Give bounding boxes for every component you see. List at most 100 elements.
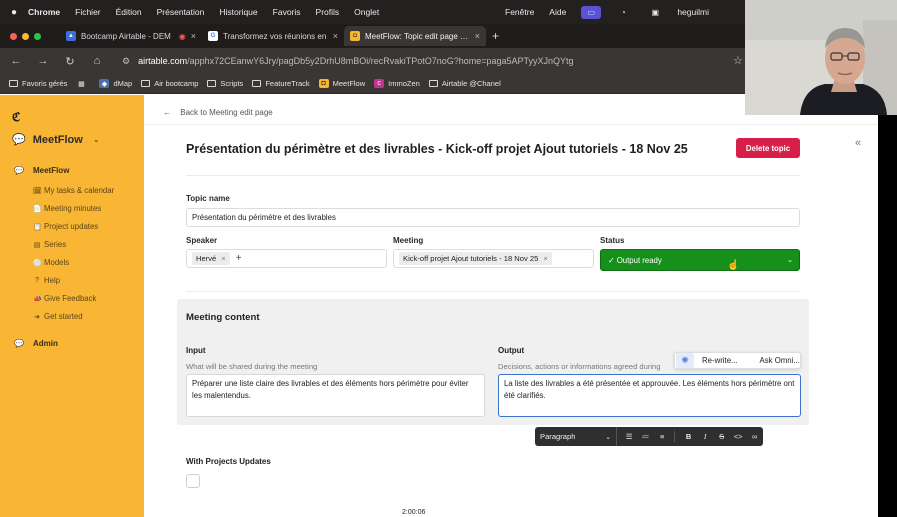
chat-bubbles-icon: 💬 [14,166,24,175]
minimize-window-icon[interactable] [22,32,29,40]
menu-fichier[interactable]: Fichier [75,7,101,17]
output-textarea[interactable]: La liste des livrables a été présentée e… [498,374,801,417]
topic-name-value: Présentation du périmètre et des livrabl… [192,213,336,222]
tab-close-icon[interactable]: × [475,31,480,41]
ask-omni-button[interactable]: Ask Omni... [760,356,800,365]
sidebar-item-get-started[interactable]: ➜ Get started [33,312,83,321]
bookmark-air-bootcamp[interactable]: Air bootcamp [141,79,198,88]
speaker-field[interactable]: Hervé × + [186,249,387,268]
sidebar-section-admin[interactable]: 💬 Admin [14,339,58,348]
collapse-panel-icon[interactable]: « [855,137,861,149]
feedback-icon: 📣 [33,295,42,303]
sidebar-item-label: My tasks & calendar [44,186,115,195]
sidebar-item-project-updates[interactable]: 📋 Project updates [33,222,98,231]
remove-chip-icon[interactable]: × [543,254,547,263]
model-icon: ⚪ [33,259,42,267]
code-icon[interactable]: <> [730,432,747,441]
meeting-chip[interactable]: Kick-off projet Ajout tutoriels - 18 Nov… [399,252,552,265]
status-select[interactable]: ✓ Output ready ⌄ [600,249,800,271]
app-switcher[interactable]: 💬 MeetFlow ⌄ [12,133,100,147]
speaker-chip[interactable]: Hervé × [192,252,230,265]
link-icon[interactable]: ∞ [746,432,763,441]
forward-arrow-icon[interactable]: → [36,55,50,67]
bookmark-immozen[interactable]: c ImmoZen [374,79,420,88]
meeting-field[interactable]: Kick-off projet Ajout tutoriels - 18 Nov… [393,249,594,268]
sidebar-item-series[interactable]: ▤ Series [33,240,66,249]
numbered-list-icon[interactable]: ☰ [621,432,638,441]
bullet-list-icon[interactable]: ≔ [637,432,654,441]
bookmark-favoris-geres[interactable]: Favoris gérés [9,79,67,88]
clock-icon[interactable]: ◔ [613,6,633,19]
folder-icon [141,80,151,87]
bookmark-airtable-chanel[interactable]: Airtable @Chanel [428,79,501,88]
folder-icon [252,80,262,87]
recording-icon: ◉ [178,31,186,41]
sidebar-section-meetflow[interactable]: 💬 MeetFlow [14,166,69,175]
sidebar-item-label: Help [44,276,61,285]
divider [186,175,800,176]
close-window-icon[interactable] [10,32,17,40]
bookmark-meetflow[interactable]: ◘ MeetFlow [318,79,365,88]
sidebar-item-label: Get started [44,312,83,321]
screen-share-icon[interactable]: ▭ [581,5,602,19]
projects-updates-checkbox[interactable] [186,474,200,488]
back-link[interactable]: ← Back to Meeting edit page [163,108,273,117]
bookmark-star-icon[interactable]: ☆ [733,54,743,67]
sidebar-item-help[interactable]: ? Help [33,276,60,285]
italic-icon[interactable]: I [697,432,714,441]
sidebar-item-meeting-minutes[interactable]: 📄 Meeting minutes [33,204,101,213]
clipboard-icon: 📋 [33,223,42,231]
meeting-content-title: Meeting content [186,312,260,323]
help-icon: ? [35,277,39,284]
checklist-icon[interactable]: ≡ [654,432,671,441]
menu-edition[interactable]: Édition [116,7,142,17]
remove-chip-icon[interactable]: × [221,254,225,263]
tab-transformez[interactable]: G Transformez vos réunions en × [202,26,344,46]
menu-historique[interactable]: Historique [219,7,257,17]
tab-bootcamp[interactable]: ▲ Bootcamp Airtable - DEM ◉ × [60,26,202,46]
tab-meetflow[interactable]: ◘ MeetFlow: Topic edit page - A × [344,26,486,46]
input-textarea[interactable]: Préparer une liste claire des livrables … [186,374,485,417]
bookmark-dmap[interactable]: ◆ dMap [99,79,132,88]
paragraph-style-select[interactable]: Paragraph ⌄ [535,427,617,446]
new-tab-icon[interactable]: + [492,29,499,43]
rewrite-button[interactable]: Re-write... [702,356,738,365]
sidebar-item-give-feedback[interactable]: 📣 Give Feedback [33,294,96,303]
back-arrow-icon[interactable]: ← [9,55,23,67]
sidebar-item-models[interactable]: ⚪ Models [33,258,69,267]
menu-user[interactable]: heguilmi [677,7,709,17]
tab-close-icon[interactable]: × [191,31,196,41]
sparkle-icon[interactable]: ✺ [676,353,694,368]
menu-favoris[interactable]: Favoris [273,7,301,17]
apple-icon[interactable]: ● [0,7,28,18]
arrow-icon: ➜ [34,313,40,321]
reload-icon[interactable]: ↻ [63,55,77,68]
sidebar-item-my-tasks[interactable]: 🗓 My tasks & calendar [33,186,114,195]
menu-onglet[interactable]: Onglet [354,7,379,17]
topic-name-input[interactable]: Présentation du périmètre et des livrabl… [186,208,800,227]
bookmark-scripts[interactable]: Scripts [207,79,243,88]
input-label: Input [186,346,206,355]
delete-topic-button[interactable]: Delete topic [736,138,800,158]
tab-title: MeetFlow: Topic edit page - A [365,31,470,41]
menu-presentation[interactable]: Présentation [157,7,205,17]
display-icon[interactable]: ▣ [645,6,665,19]
menu-profils[interactable]: Profils [316,7,340,17]
bookmark-featuretrack[interactable]: FeatureTrack [252,79,310,88]
zoom-window-icon[interactable] [34,32,41,40]
bold-icon[interactable]: B [680,432,697,441]
tab-title: Bootcamp Airtable - DEM [81,31,171,41]
strikethrough-icon[interactable]: S [713,432,730,441]
sidebar-section-label: Admin [32,339,58,348]
menu-aide[interactable]: Aide [549,7,566,17]
add-speaker-icon[interactable]: + [236,253,242,264]
url-bar[interactable]: ⚙ airtable.com /apphx72CEanwY6Jry/pagDb5… [116,52,736,70]
tab-close-icon[interactable]: × [333,31,338,41]
meetflow-favicon-icon: ◘ [350,31,360,41]
chanel-logo: ℭ [12,110,21,124]
menu-app-name[interactable]: Chrome [28,7,60,17]
menu-fenetre[interactable]: Fenêtre [505,7,534,17]
site-settings-icon[interactable]: ⚙ [122,56,130,67]
bookmark-grid[interactable]: ▦ [76,79,90,88]
home-icon[interactable]: ⌂ [90,55,104,67]
